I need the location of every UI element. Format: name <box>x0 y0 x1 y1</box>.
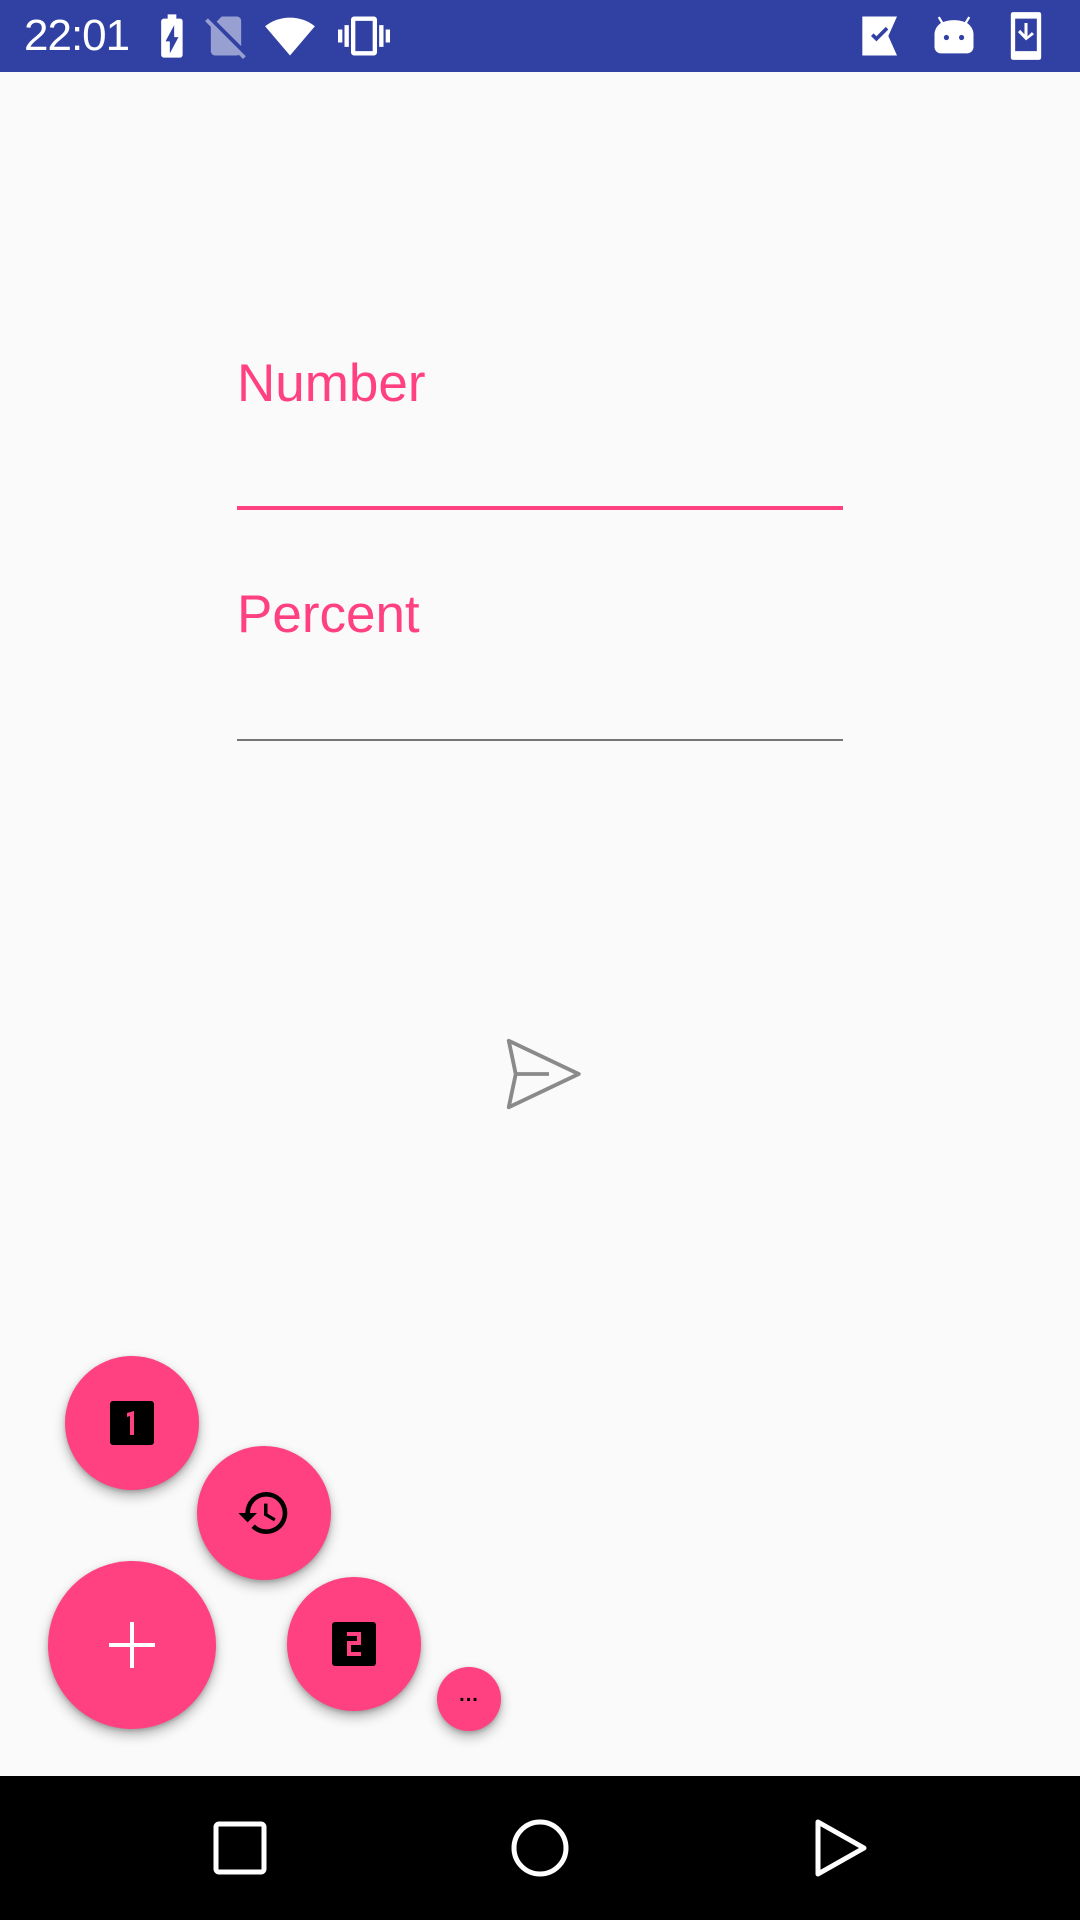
fab-one-button[interactable] <box>65 1356 199 1490</box>
send-icon <box>500 1032 584 1116</box>
recents-icon <box>208 1816 272 1880</box>
home-icon <box>508 1816 572 1880</box>
battery-charging-icon <box>146 10 198 62</box>
fab-two-button[interactable] <box>287 1577 421 1711</box>
history-icon <box>236 1485 292 1541</box>
send-button[interactable] <box>500 1032 584 1116</box>
wifi-icon <box>264 10 316 62</box>
home-button[interactable] <box>508 1816 572 1880</box>
back-button[interactable] <box>808 1816 872 1880</box>
status-bar: 22:01 <box>0 0 1080 72</box>
number-one-icon <box>110 1401 154 1445</box>
percent-field[interactable]: Percent <box>237 585 843 741</box>
main-content: Number Percent ... <box>0 72 1080 1776</box>
plus-icon <box>109 1622 155 1668</box>
back-icon <box>808 1816 872 1880</box>
history-button[interactable] <box>197 1446 331 1580</box>
status-time: 22:01 <box>24 11 130 60</box>
vibrate-icon <box>338 10 390 62</box>
percent-underline <box>237 739 843 741</box>
download-icon <box>1000 10 1052 62</box>
no-sim-icon <box>200 10 252 62</box>
number-underline <box>237 506 843 510</box>
navigation-bar <box>0 1776 1080 1920</box>
more-label: ... <box>459 1684 479 1706</box>
more-button[interactable]: ... <box>437 1667 501 1731</box>
percent-label: Percent <box>237 585 420 644</box>
number-label: Number <box>237 354 426 413</box>
add-button[interactable] <box>48 1561 216 1729</box>
number-field[interactable]: Number <box>237 354 843 510</box>
recents-button[interactable] <box>208 1816 272 1880</box>
task-check-icon <box>858 10 910 62</box>
android-icon <box>928 10 980 62</box>
number-two-icon <box>332 1622 376 1666</box>
